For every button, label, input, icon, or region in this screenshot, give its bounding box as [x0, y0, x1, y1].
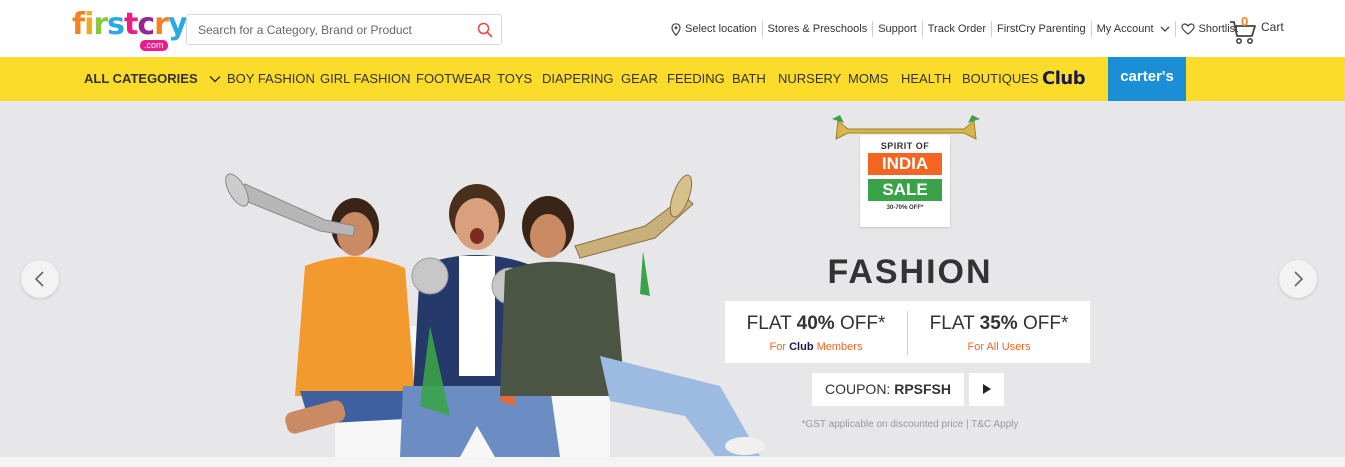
select-location-label: Select location	[685, 23, 757, 35]
search-input[interactable]	[187, 15, 467, 44]
category-diapering[interactable]: DIAPERING	[542, 57, 614, 101]
select-location-link[interactable]: Select location	[666, 21, 763, 37]
all-users-offer-headline: FLAT 35% OFF*	[929, 313, 1069, 334]
logo-letter: y	[167, 7, 188, 42]
kids-with-trumpets-image	[225, 173, 765, 457]
logo-letter: i	[84, 7, 94, 42]
logo-letter: s	[107, 7, 125, 42]
hero-banner[interactable]: SPIRIT OF INDIA SALE 30-70% OFF* FASHION…	[0, 101, 1345, 457]
all-categories-menu[interactable]: ALL CATEGORIES	[84, 57, 221, 101]
all-users-offer: FLAT 35% OFF* For All Users	[908, 313, 1090, 353]
my-account-link[interactable]: My Account	[1092, 21, 1176, 37]
sale-board: SPIRIT OF INDIA SALE 30-70% OFF*	[860, 135, 950, 227]
badge-line-2: INDIA	[868, 153, 942, 175]
coupon-go-button[interactable]	[969, 373, 1004, 406]
location-pin-icon	[671, 22, 681, 36]
logo-letter: f	[72, 7, 85, 42]
badge-line-1: SPIRIT OF	[880, 141, 930, 151]
category-toys[interactable]: TOYS	[497, 57, 532, 101]
badge-line-4: 30-70% OFF*	[886, 205, 924, 211]
badge-line-3: SALE	[868, 179, 942, 201]
category-health[interactable]: HEALTH	[901, 57, 951, 101]
firstcry-logo[interactable]: firstcry .com	[72, 8, 187, 52]
firstcry-parenting-link[interactable]: FirstCry Parenting	[992, 21, 1092, 37]
logo-letter: r	[93, 7, 108, 42]
hero-title: FASHION	[827, 253, 993, 291]
logo-letter: c	[137, 7, 155, 42]
chevron-right-icon	[1294, 271, 1304, 287]
all-users-offer-subtext: For All Users	[967, 341, 1031, 353]
category-girl-fashion[interactable]: GIRL FASHION	[320, 57, 411, 101]
spirit-of-india-sale-badge: SPIRIT OF INDIA SALE 30-70% OFF*	[830, 115, 982, 235]
support-label: Support	[878, 23, 917, 35]
top-nav: Select location Stores & Preschools Supp…	[666, 19, 1243, 39]
cart-button[interactable]: 0 Cart	[1228, 14, 1298, 46]
previous-slide-button[interactable]	[21, 260, 59, 298]
stores-preschools-link[interactable]: Stores & Preschools	[763, 21, 874, 37]
category-feeding[interactable]: FEEDING	[667, 57, 725, 101]
chevron-left-icon	[34, 271, 44, 287]
site-header: firstcry .com Select location Stores & P…	[0, 0, 1345, 57]
carters-link[interactable]: carter's	[1108, 57, 1186, 101]
chevron-down-icon	[1160, 26, 1169, 32]
chevron-down-icon	[209, 75, 221, 83]
logo-text: firstcry	[72, 8, 187, 42]
club-offer: FLAT 40% OFF* For Club Members	[725, 313, 907, 353]
category-bath[interactable]: BATH	[732, 57, 766, 101]
logo-letter: t	[124, 7, 138, 42]
category-gear[interactable]: GEAR	[621, 57, 658, 101]
search-icon[interactable]	[477, 22, 493, 38]
support-link[interactable]: Support	[873, 21, 923, 37]
all-categories-label: ALL CATEGORIES	[84, 71, 198, 86]
category-boy-fashion[interactable]: BOY FASHION	[227, 57, 315, 101]
club-link[interactable]: Club	[1042, 68, 1086, 90]
category-boutiques[interactable]: BOUTIQUES	[962, 57, 1039, 101]
logo-suffix: .com	[140, 40, 168, 51]
category-footwear[interactable]: FOOTWEAR	[416, 57, 491, 101]
logo-letter: r	[154, 7, 169, 42]
heart-icon	[1180, 23, 1195, 35]
terms-note: *GST applicable on discounted price | T&…	[801, 419, 1019, 430]
club-offer-subtext: For Club Members	[769, 341, 863, 353]
cart-count: 0	[1241, 14, 1249, 29]
cart-label: Cart	[1261, 20, 1284, 34]
page-divider	[0, 457, 1345, 467]
category-moms[interactable]: MOMS	[848, 57, 888, 101]
my-account-label: My Account	[1096, 23, 1154, 35]
stores-preschools-label: Stores & Preschools	[767, 23, 868, 35]
search-box	[186, 14, 502, 45]
track-order-label: Track Order	[927, 23, 986, 35]
play-icon	[983, 384, 991, 394]
category-nursery[interactable]: NURSERY	[778, 57, 841, 101]
offer-box: FLAT 40% OFF* For Club Members FLAT 35% …	[725, 301, 1090, 363]
track-order-link[interactable]: Track Order	[923, 21, 992, 37]
coupon-code[interactable]: COUPON: RPSFSH	[812, 373, 964, 406]
category-nav: ALL CATEGORIES BOY FASHION GIRL FASHION …	[0, 57, 1345, 101]
firstcry-parenting-label: FirstCry Parenting	[997, 23, 1086, 35]
club-offer-headline: FLAT 40% OFF*	[746, 313, 886, 334]
next-slide-button[interactable]	[1279, 260, 1317, 298]
